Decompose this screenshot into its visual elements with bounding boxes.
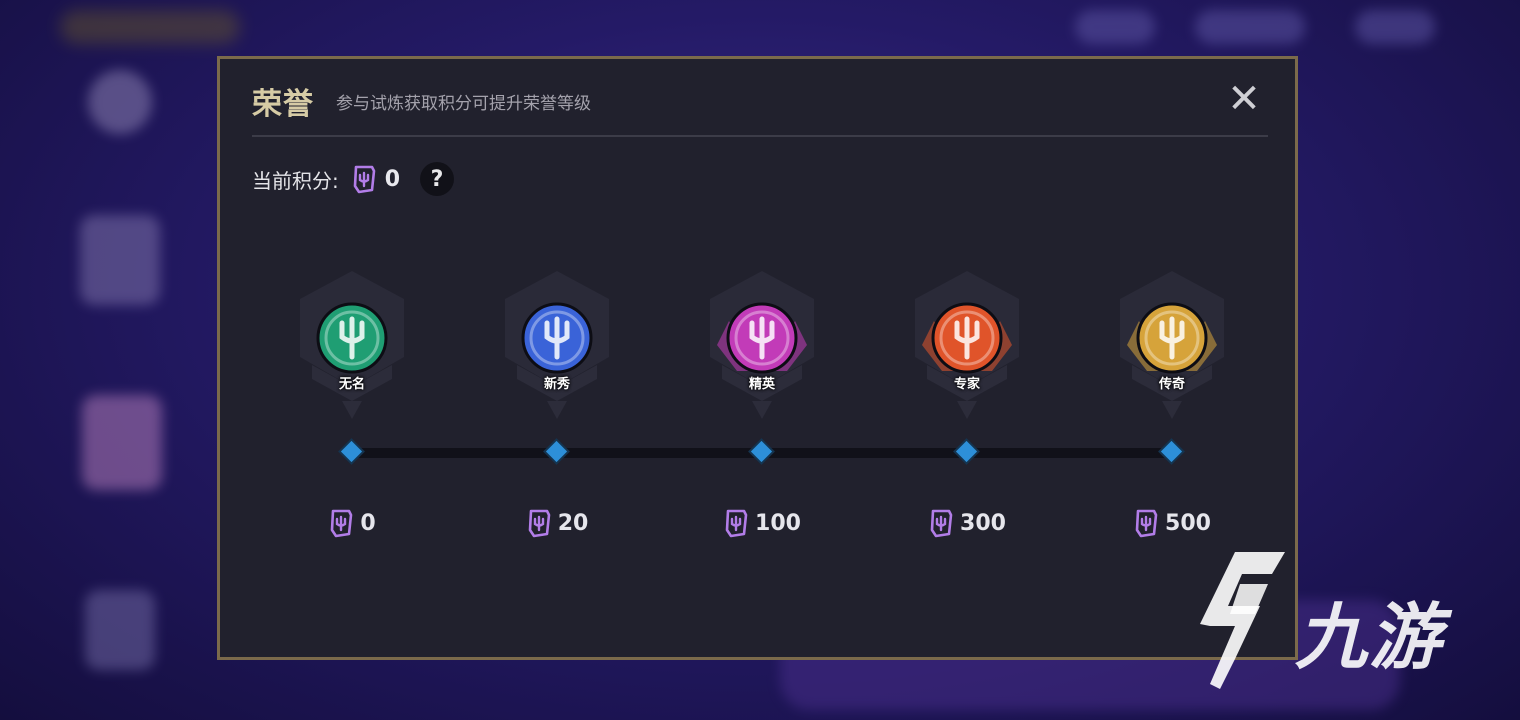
tier-node-diamond xyxy=(340,440,363,463)
current-points-label: 当前积分: xyxy=(252,168,339,193)
honor-modal: 荣誉 参与试炼获取积分可提升荣誉等级 ✕ 当前积分: 0 ? 无名 0 新秀 20 精英… xyxy=(217,56,1298,660)
background-top-button xyxy=(1355,10,1435,44)
tier-name: 精英 xyxy=(748,377,775,392)
honor-points-icon xyxy=(723,507,749,539)
tier-cost-value: 300 xyxy=(960,510,1006,536)
tier-cost-value: 100 xyxy=(755,510,801,536)
tier-name: 新秀 xyxy=(543,377,570,392)
tier-cost: 300 xyxy=(887,507,1047,539)
close-icon: ✕ xyxy=(1227,76,1261,122)
tier-node-diamond xyxy=(545,440,568,463)
tier-node-diamond xyxy=(955,440,978,463)
tier-cost-value: 20 xyxy=(557,510,589,536)
background-top-bar xyxy=(60,10,240,44)
background-top-button xyxy=(1195,10,1305,44)
honor-points-icon xyxy=(328,507,354,539)
help-icon: ? xyxy=(430,166,444,192)
tier-cost: 100 xyxy=(682,507,842,539)
divider xyxy=(252,135,1268,137)
tier-node-diamond xyxy=(750,440,773,463)
background-top-button xyxy=(1075,10,1155,44)
honor-points-icon xyxy=(1133,507,1159,539)
honor-points-icon xyxy=(351,164,377,194)
watermark-text: 九游 xyxy=(1295,595,1444,679)
modal-title: 荣誉 xyxy=(252,87,314,122)
tier-cost: 0 xyxy=(272,507,432,539)
honor-points-icon xyxy=(526,507,552,539)
background-sidebar-icon xyxy=(82,395,162,490)
background-sidebar-icon xyxy=(88,70,152,134)
tier-cost: 500 xyxy=(1092,507,1252,539)
tier-node-diamond xyxy=(1160,440,1183,463)
tier-name: 传奇 xyxy=(1158,377,1185,392)
honor-points-icon xyxy=(928,507,954,539)
tier-cost: 20 xyxy=(477,507,637,539)
background-sidebar-icon xyxy=(80,215,160,305)
current-points-row: 当前积分: 0 ? xyxy=(252,162,455,196)
help-button[interactable]: ? xyxy=(420,162,455,196)
tier-cost-value: 0 xyxy=(360,510,376,536)
tier-name: 专家 xyxy=(953,377,980,392)
current-points-value: 0 xyxy=(384,166,401,192)
jiuyou-watermark-logo: 九游 xyxy=(1180,544,1490,694)
tier-cost-value: 500 xyxy=(1165,510,1211,536)
tier-name: 无名 xyxy=(338,377,365,392)
close-button[interactable]: ✕ xyxy=(1222,77,1266,121)
background-sidebar-icon xyxy=(85,590,155,670)
modal-subtitle: 参与试炼获取积分可提升荣誉等级 xyxy=(336,94,591,114)
